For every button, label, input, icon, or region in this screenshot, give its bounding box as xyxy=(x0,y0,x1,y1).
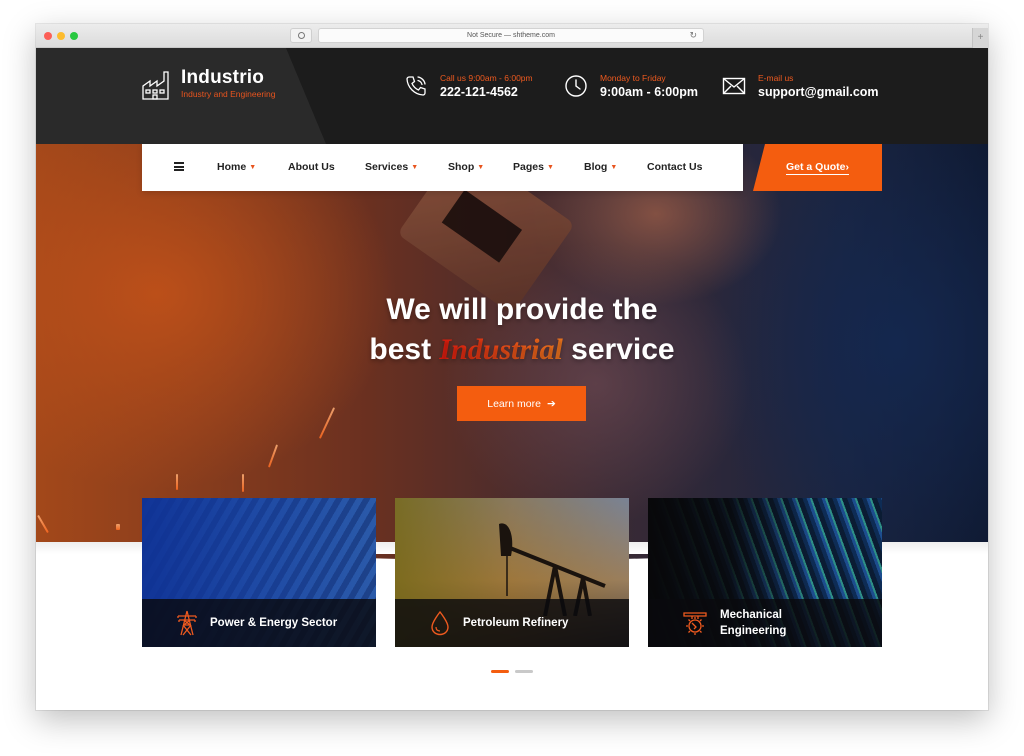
address-bar[interactable]: Not Secure — shtheme.com ↻ xyxy=(318,28,704,43)
service-card-power-energy[interactable]: Power & Energy Sector xyxy=(142,498,376,647)
caret-down-icon: ▼ xyxy=(610,164,618,171)
chevron-right-icon: › xyxy=(845,160,850,173)
learn-more-label: Learn more xyxy=(487,397,541,410)
gear-icon xyxy=(683,612,707,635)
hero-headline-before: best xyxy=(369,333,440,366)
main-navigation: Home ▼ About Us Services ▼ Shop ▼ Pages ▼ Bl… xyxy=(142,144,743,191)
hero-headline-line1: We will provide the xyxy=(386,293,658,326)
nav-item-contact-us[interactable]: Contact Us xyxy=(647,161,702,173)
spark-graphic xyxy=(318,407,336,439)
caret-down-icon: ▼ xyxy=(546,164,554,171)
nav-item-services[interactable]: Services ▼ xyxy=(365,161,418,173)
hero-headline-after: service xyxy=(562,333,675,366)
contact-email-label: E-mail us xyxy=(758,73,794,83)
card-title: Power & Energy Sector xyxy=(210,617,338,629)
spark-graphic xyxy=(116,524,120,530)
brand-tagline: Industry and Engineering xyxy=(181,89,276,99)
nav-item-home[interactable]: Home ▼ xyxy=(217,161,256,173)
factory-icon xyxy=(142,71,169,100)
card-caption: Petroleum Refinery xyxy=(395,599,629,647)
hero-headline-accent: Industrial xyxy=(439,333,563,366)
privacy-report-button[interactable] xyxy=(290,28,312,43)
contact-email: E-mail us support@gmail.com xyxy=(722,72,879,100)
close-window-button[interactable] xyxy=(44,32,52,40)
brand-name: Industrio xyxy=(181,67,265,88)
site-logo[interactable]: Industrio Industry and Engineering xyxy=(140,66,276,102)
new-tab-button[interactable]: + xyxy=(972,28,988,48)
contact-hours-label: Monday to Friday xyxy=(600,73,666,83)
slider-dot-1[interactable] xyxy=(491,670,509,673)
spark-graphic xyxy=(267,444,279,468)
hero-headline: We will provide the best Industrial serv… xyxy=(36,290,988,370)
contact-hours-value: 9:00am - 6:00pm xyxy=(600,85,698,99)
service-card-petroleum-refinery[interactable]: Petroleum Refinery xyxy=(395,498,629,647)
power-tower-icon xyxy=(177,610,197,636)
minimize-window-button[interactable] xyxy=(57,32,65,40)
spark-graphic xyxy=(176,474,178,490)
phone-icon xyxy=(406,76,426,96)
browser-window: Not Secure — shtheme.com ↻ + Industrio I… xyxy=(36,24,988,710)
contact-phone: Call us 9:00am - 6:00pm 222-121-4562 xyxy=(404,72,533,100)
maximize-window-button[interactable] xyxy=(70,32,78,40)
caret-down-icon: ▼ xyxy=(249,164,257,171)
card-title: Mechanical Engineering xyxy=(720,609,787,637)
spark-graphic xyxy=(37,514,49,534)
contact-hours: Monday to Friday 9:00am - 6:00pm xyxy=(564,72,698,100)
get-a-quote-button[interactable]: Get a Quote› xyxy=(753,144,882,191)
slider-dot-2[interactable] xyxy=(515,670,533,673)
nav-item-shop[interactable]: Shop ▼ xyxy=(448,161,484,173)
learn-more-button[interactable]: Learn more ➔ xyxy=(457,386,586,421)
envelope-icon xyxy=(722,77,746,95)
nav-item-pages[interactable]: Pages ▼ xyxy=(513,161,554,173)
arrow-right-icon: ➔ xyxy=(546,397,556,410)
top-header: Industrio Industry and Engineering Call … xyxy=(36,48,988,144)
contact-phone-label: Call us 9:00am - 6:00pm xyxy=(440,73,533,83)
browser-titlebar: Not Secure — shtheme.com ↻ + xyxy=(36,24,988,48)
card-caption: Mechanical Engineering xyxy=(648,599,882,647)
webpage: Industrio Industry and Engineering Call … xyxy=(36,48,988,710)
nav-item-blog[interactable]: Blog ▼ xyxy=(584,161,617,173)
service-card-mechanical-engineering[interactable]: Mechanical Engineering xyxy=(648,498,882,647)
spark-graphic xyxy=(242,474,244,492)
url-text: Not Secure — shtheme.com xyxy=(467,32,555,39)
slider-pagination xyxy=(491,670,533,673)
oil-drop-icon xyxy=(431,610,449,636)
caret-down-icon: ▼ xyxy=(477,164,485,171)
shield-icon xyxy=(297,32,305,39)
contact-phone-value[interactable]: 222-121-4562 xyxy=(440,84,533,100)
card-caption: Power & Energy Sector xyxy=(142,599,376,647)
hamburger-icon[interactable] xyxy=(174,162,184,171)
clock-icon xyxy=(565,75,587,97)
get-a-quote-label: Get a Quote› xyxy=(785,160,850,175)
nav-item-about-us[interactable]: About Us xyxy=(288,161,335,173)
reload-icon[interactable]: ↻ xyxy=(689,30,697,41)
contact-email-value[interactable]: support@gmail.com xyxy=(758,84,879,100)
caret-down-icon: ▼ xyxy=(411,164,419,171)
card-title: Petroleum Refinery xyxy=(463,617,569,629)
hero-headline-line2: best Industrial service xyxy=(36,330,988,370)
